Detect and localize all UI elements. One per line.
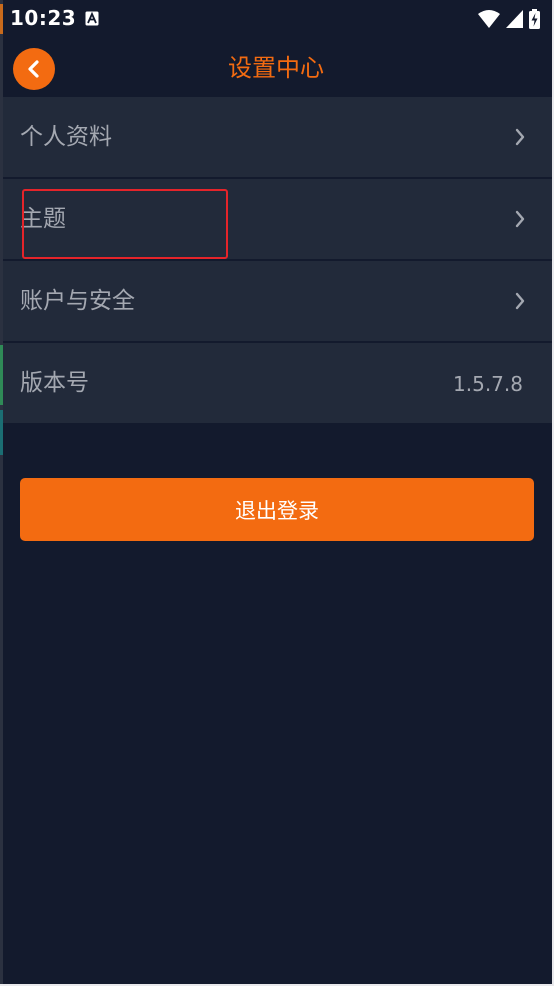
status-bar: 10:23 (0, 0, 552, 38)
page-title: 设置中心 (228, 54, 324, 82)
settings-row-label: 版本号 (20, 370, 89, 396)
chevron-right-icon (514, 209, 526, 233)
status-time: 10:23 (10, 6, 77, 30)
settings-row-account-security[interactable]: 账户与安全 (3, 261, 552, 343)
status-icons (472, 9, 540, 29)
logout-button[interactable]: 退出登录 (20, 478, 534, 541)
screen: 10:23 设置中心 个人资料 主题 账户与安全 版本号 1.5.7.8 退出登… (0, 0, 554, 986)
settings-row-label: 主题 (20, 206, 66, 232)
settings-row-label: 账户与安全 (20, 288, 135, 314)
battery-charging-icon (529, 9, 540, 29)
wifi-icon (478, 10, 500, 28)
version-value: 1.5.7.8 (453, 372, 523, 396)
settings-row-version: 版本号 1.5.7.8 (3, 343, 552, 423)
settings-list: 个人资料 主题 账户与安全 版本号 1.5.7.8 (3, 97, 552, 423)
settings-row-theme[interactable]: 主题 (3, 179, 552, 261)
chevron-right-icon (514, 127, 526, 151)
settings-row-profile[interactable]: 个人资料 (3, 97, 552, 179)
header: 设置中心 (0, 38, 552, 98)
signal-icon (506, 10, 523, 28)
settings-row-label: 个人资料 (20, 124, 112, 150)
chevron-right-icon (514, 291, 526, 315)
accessibility-a-icon (85, 11, 99, 26)
